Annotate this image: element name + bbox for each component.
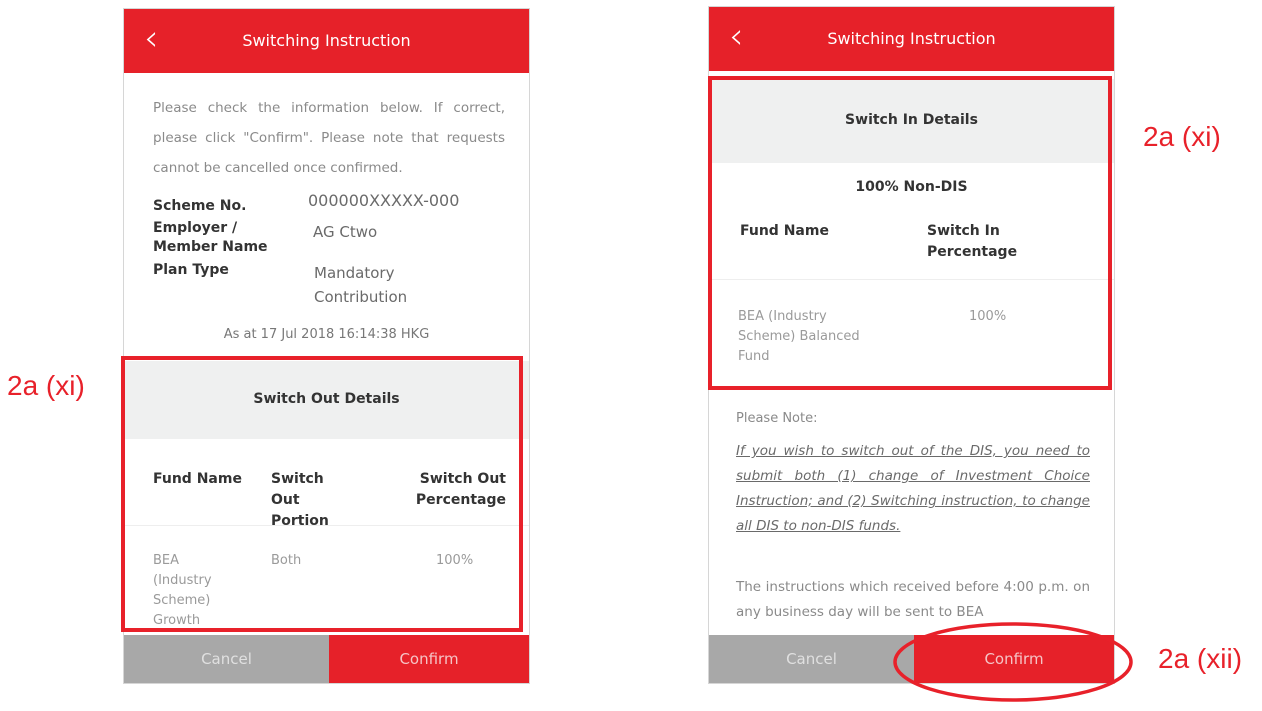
annotation-box-right — [708, 76, 1112, 390]
confirm-button[interactable]: Confirm — [329, 635, 529, 683]
note-italic-text: If you wish to switch out of the DIS, yo… — [736, 443, 1090, 534]
back-chevron-icon[interactable]: ‹ — [729, 7, 743, 67]
intro-text: Please check the information below. If c… — [153, 100, 505, 176]
header-title: Switching Instruction — [242, 31, 411, 50]
cancel-button[interactable]: Cancel — [709, 635, 914, 683]
employer-value: AG Ctwo — [313, 223, 378, 241]
back-chevron-icon[interactable]: ‹ — [144, 9, 158, 69]
scheme-no-value: 000000XXXXX-000 — [308, 191, 460, 210]
plan-type-value: Mandatory Contribution — [314, 264, 408, 306]
cancel-button[interactable]: Cancel — [124, 635, 329, 683]
employer-label: Employer / Member Name — [153, 220, 268, 255]
header-title: Switching Instruction — [827, 29, 996, 48]
plan-type-label: Plan Type — [153, 262, 229, 278]
annotation-label-left: 2a (xi) — [7, 370, 85, 401]
scheme-no-label: Scheme No. — [153, 198, 247, 214]
note-text: The instructions which received before 4… — [736, 579, 1090, 620]
note-title: Please Note: — [736, 411, 818, 426]
annotation-ellipse — [893, 622, 1133, 702]
app-header: ‹ Switching Instruction — [124, 9, 529, 73]
annotation-label-confirm: 2a (xii) — [1158, 643, 1243, 674]
app-header: ‹ Switching Instruction — [709, 7, 1114, 71]
as-at-timestamp: As at 17 Jul 2018 16:14:38 HKG — [223, 327, 430, 342]
annotation-box-left — [121, 356, 523, 632]
annotation-label-right: 2a (xi) — [1143, 121, 1221, 152]
